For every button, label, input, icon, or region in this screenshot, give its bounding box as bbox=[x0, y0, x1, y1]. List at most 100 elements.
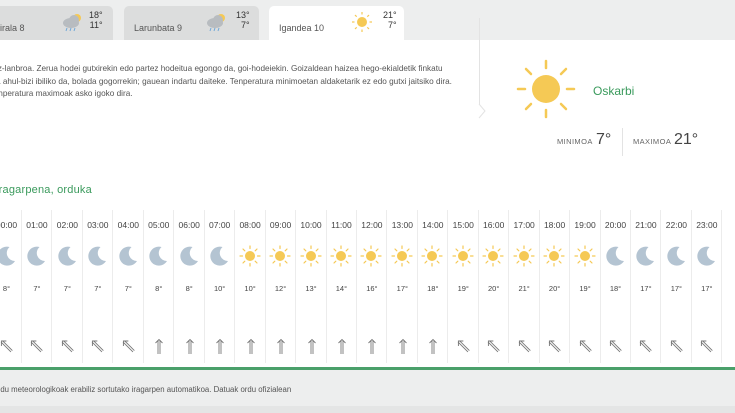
wind-arrow-icon bbox=[332, 338, 350, 356]
wind-arrow-icon bbox=[271, 338, 289, 356]
hour-column: 08:00 10° bbox=[235, 208, 266, 365]
forecast-description: iz-lanbroa. Zerua hodei gutxirekin edo p… bbox=[0, 63, 464, 101]
hour-time: 16:00 bbox=[483, 220, 505, 230]
hour-column: 05:00 8° bbox=[143, 208, 175, 365]
bottom-strip bbox=[0, 406, 735, 413]
hour-time: 18:00 bbox=[543, 220, 566, 230]
hour-time: 06:00 bbox=[178, 220, 200, 230]
hour-time: 07:00 bbox=[209, 220, 231, 230]
max-value: 21° bbox=[674, 131, 699, 148]
chevron-right-icon bbox=[478, 103, 486, 119]
hour-time: 10:00 bbox=[300, 220, 322, 230]
hour-temp: 19° bbox=[457, 284, 469, 293]
hour-temp: 8° bbox=[185, 284, 193, 293]
condition-label: Oskarbi bbox=[593, 84, 635, 98]
description-line: mperatura maximoak asko igoko dira. bbox=[0, 89, 133, 98]
tab-temps: 21° 7° bbox=[383, 10, 397, 30]
hour-column: 02:00 7° bbox=[52, 208, 83, 365]
hour-time: 01:00 bbox=[26, 220, 48, 230]
min-value: 7° bbox=[596, 131, 612, 148]
wind-arrow-icon bbox=[484, 338, 502, 356]
hour-time: 05:00 bbox=[148, 220, 170, 230]
hour-temp: 8° bbox=[2, 284, 11, 293]
tab-label: irala 8 bbox=[0, 23, 25, 33]
hour-temp: 17° bbox=[640, 284, 652, 293]
hour-temp: 10° bbox=[244, 284, 256, 293]
wind-arrow-icon bbox=[119, 338, 137, 356]
hour-time: 12:00 bbox=[361, 220, 383, 230]
footer-note: edu meteorologikoak erabiliz sortutako i… bbox=[0, 385, 292, 394]
hour-column: 00:00 8° bbox=[0, 208, 22, 365]
moon-icon bbox=[207, 244, 231, 268]
sun-icon bbox=[451, 244, 475, 268]
tab-day-10[interactable]: Igandea 10 21° 7° bbox=[269, 6, 404, 40]
description-line: iz-lanbroa. Zerua hodei gutxirekin edo p… bbox=[0, 64, 443, 73]
hour-column: 20:00 18° bbox=[600, 208, 631, 365]
hour-column: 16:00 20° bbox=[478, 208, 510, 365]
hour-time: 11:00 bbox=[331, 220, 352, 230]
summary-divider bbox=[479, 18, 480, 116]
wind-arrow-icon bbox=[241, 338, 259, 356]
column-divider bbox=[721, 210, 723, 363]
max-label: MAXIMOA bbox=[633, 137, 672, 146]
moon-icon bbox=[146, 244, 170, 268]
tab-day-8[interactable]: irala 8 18° 11° bbox=[0, 6, 113, 40]
hour-column: 23:00 17° bbox=[691, 208, 723, 365]
hour-column: 11:00 14° bbox=[326, 208, 357, 365]
sun-icon bbox=[542, 244, 566, 268]
wind-arrow-icon bbox=[454, 338, 472, 356]
hour-temp: 7° bbox=[124, 284, 132, 293]
hour-column: 04:00 7° bbox=[113, 208, 144, 365]
hour-temp: 12° bbox=[274, 284, 287, 293]
moon-icon bbox=[664, 244, 688, 268]
sun-icon bbox=[390, 244, 414, 268]
sun-icon bbox=[329, 244, 353, 268]
tab-low-temp: 7° bbox=[241, 20, 250, 30]
hour-column: 03:00 7° bbox=[82, 208, 114, 365]
description-line: a ahul-bizi ibiliko da, bolada gogorreki… bbox=[0, 76, 452, 86]
hour-time: 04:00 bbox=[117, 220, 139, 230]
wind-arrow-icon bbox=[636, 338, 654, 356]
moon-icon bbox=[177, 244, 201, 268]
hour-time: 22:00 bbox=[665, 220, 688, 230]
tab-day-9[interactable]: Larunbata 9 13° 7° bbox=[124, 6, 259, 40]
sun-icon bbox=[420, 244, 444, 268]
hour-temp: 7° bbox=[33, 284, 41, 293]
wind-arrow-icon bbox=[180, 338, 198, 356]
hour-time: 14:00 bbox=[422, 220, 444, 230]
wind-arrow-icon bbox=[88, 338, 106, 356]
day-tabs: irala 8 18° 11° Larunbata 9 13° 7° Igand… bbox=[0, 0, 735, 40]
hour-temp: 17° bbox=[670, 284, 683, 293]
wind-arrow-icon bbox=[0, 338, 15, 356]
tab-high-temp: 13° bbox=[236, 10, 250, 20]
hour-temp: 19° bbox=[579, 284, 591, 293]
hour-time: 23:00 bbox=[696, 220, 718, 230]
wind-arrow-icon bbox=[362, 338, 380, 356]
minmax-divider bbox=[622, 128, 623, 156]
hour-column: 07:00 10° bbox=[204, 208, 236, 365]
wind-arrow-icon bbox=[545, 338, 563, 356]
hour-column: 06:00 8° bbox=[174, 208, 205, 365]
tab-high-temp: 21° bbox=[383, 10, 397, 20]
cloud-rain-sun-icon bbox=[204, 11, 228, 33]
hour-column: 22:00 17° bbox=[661, 208, 692, 365]
hour-column: 19:00 19° bbox=[570, 208, 601, 365]
hour-time: 13:00 bbox=[391, 220, 413, 230]
hour-temp: 17° bbox=[396, 284, 409, 293]
wind-arrow-icon bbox=[667, 338, 685, 356]
moon-icon bbox=[633, 244, 657, 268]
wind-arrow-icon bbox=[697, 338, 715, 356]
wind-arrow-icon bbox=[302, 338, 320, 356]
hour-column: 09:00 12° bbox=[265, 208, 297, 365]
hour-temp: 14° bbox=[335, 284, 348, 293]
hour-time: 09:00 bbox=[269, 220, 292, 230]
tab-low-temp: 7° bbox=[388, 20, 397, 30]
wind-arrow-icon bbox=[210, 338, 228, 356]
hour-time: 02:00 bbox=[56, 220, 79, 230]
sun-icon bbox=[238, 244, 262, 268]
min-label: MINIMOA bbox=[557, 137, 593, 146]
hour-temp: 18° bbox=[609, 284, 622, 293]
hour-temp: 20° bbox=[488, 284, 500, 293]
tab-label: Igandea 10 bbox=[279, 23, 325, 33]
hour-time: 00:00 bbox=[0, 220, 18, 230]
